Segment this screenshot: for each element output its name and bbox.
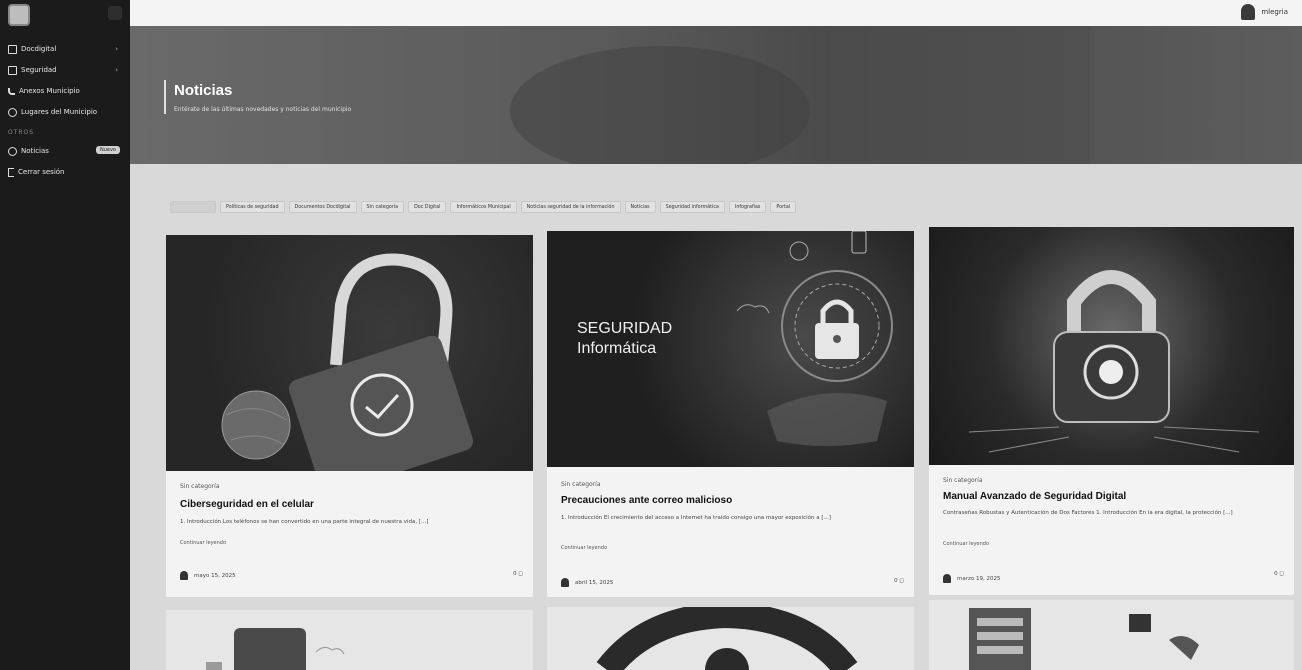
- category-chip[interactable]: Infografías: [728, 201, 767, 213]
- page-title: Noticias: [174, 82, 233, 99]
- news-card-title[interactable]: Precauciones ante correo malicioso: [561, 495, 732, 506]
- phone-icon: [234, 628, 306, 670]
- municipality-logo[interactable]: [8, 4, 30, 26]
- user-menu[interactable]: mlegria: [1241, 4, 1288, 20]
- news-card-meta: abril 15, 2025: [561, 578, 613, 587]
- news-card-excerpt: 1. Introducción El crecimiento del acces…: [561, 515, 831, 521]
- news-card-image[interactable]: [166, 610, 533, 670]
- hero-background-shape: [510, 46, 810, 164]
- category-chip[interactable]: Noticias: [624, 201, 656, 213]
- sidebar-section-label: OTROS: [8, 129, 35, 136]
- category-chip-all[interactable]: [170, 201, 216, 213]
- cloud-icon: [789, 241, 809, 261]
- refresh-illustration: [596, 607, 858, 670]
- circuit-lines: [968, 426, 1260, 453]
- sidebar-item-docdigital[interactable]: Docdigital ›: [0, 40, 130, 58]
- sidebar-item-label: Lugares del Municipio: [21, 108, 98, 116]
- news-card-image[interactable]: [547, 607, 914, 670]
- category-filter-bar: Políticas de seguridad Documentos Docdig…: [170, 201, 797, 213]
- security-illustration: SEGURIDAD Informática: [577, 231, 893, 446]
- sidebar-item-label: Docdigital: [21, 45, 57, 53]
- sidebar-item-label: Seguridad: [21, 66, 57, 74]
- cloud-icon: [736, 304, 770, 314]
- news-card-date: marzo 19, 2025: [957, 575, 1001, 582]
- category-chip[interactable]: Portal: [770, 201, 797, 213]
- document-icon: [8, 65, 17, 75]
- avatar: [1241, 4, 1256, 20]
- castle-icon: [1129, 614, 1151, 632]
- hand-shape: [767, 393, 887, 446]
- lock-small-icon: [851, 231, 867, 254]
- news-card-title[interactable]: Ciberseguridad en el celular: [180, 499, 314, 510]
- padlock-globe-illustration: [221, 253, 474, 471]
- category-chip[interactable]: Seguridad informática: [659, 201, 725, 213]
- image-text: Informática: [577, 340, 656, 357]
- info-icon: [8, 146, 17, 156]
- sidebar-collapse-button[interactable]: [108, 6, 122, 20]
- news-card-title[interactable]: Manual Avanzado de Seguridad Digital: [943, 491, 1126, 502]
- username: mlegria: [1261, 8, 1288, 16]
- logout-icon: [8, 167, 14, 177]
- sidebar-nav: Docdigital › Seguridad › Anexos Municipi…: [0, 40, 130, 184]
- keyhole-icon: [1099, 360, 1123, 384]
- author-avatar: [943, 574, 951, 583]
- news-card-image[interactable]: [929, 600, 1294, 670]
- news-card[interactable]: SEGURIDAD Informática Sin categoría Prec…: [547, 231, 914, 597]
- page-subtitle: Entérate de las últimas novedades y noti…: [174, 106, 352, 113]
- category-chip[interactable]: Documentos Docdigital: [288, 201, 357, 213]
- news-card-excerpt: 1. Introducción Los teléfonos se han con…: [180, 519, 429, 525]
- digital-padlock-illustration: [968, 270, 1260, 453]
- image-text: SEGURIDAD: [577, 320, 672, 337]
- news-card-category[interactable]: Sin categoría: [561, 481, 601, 488]
- news-card[interactable]: Sin categoría Ciberseguridad en el celul…: [166, 235, 533, 597]
- sidebar-item-label: Noticias: [21, 147, 49, 155]
- sidebar-item-logout[interactable]: Cerrar sesión: [0, 163, 130, 181]
- sidebar: Docdigital › Seguridad › Anexos Municipi…: [0, 0, 130, 670]
- sidebar-item-label: Anexos Municipio: [19, 87, 80, 95]
- news-card-image[interactable]: [929, 227, 1294, 465]
- comment-count[interactable]: 0 ◻: [1274, 571, 1284, 577]
- news-card-image[interactable]: [166, 235, 533, 471]
- chevron-right-icon: ›: [115, 45, 118, 53]
- news-card-image[interactable]: SEGURIDAD Informática: [547, 231, 914, 467]
- category-chip[interactable]: Noticias seguridad de la información: [520, 201, 621, 213]
- padlock-shackle: [1067, 270, 1156, 337]
- phone-illustration: [206, 628, 345, 670]
- news-card-excerpt: Contraseñas Robustas y Autenticación de …: [943, 510, 1233, 516]
- news-card-category[interactable]: Sin categoría: [180, 483, 220, 490]
- hero-banner: Noticias Entérate de las últimas novedad…: [130, 26, 1302, 164]
- author-avatar: [180, 571, 188, 580]
- news-card-meta: mayo 15, 2025: [180, 571, 236, 580]
- read-more-link[interactable]: Continuar leyendo: [180, 540, 226, 546]
- sidebar-item-anexos[interactable]: Anexos Municipio: [0, 82, 130, 100]
- new-badge: Nuevo: [95, 146, 120, 154]
- hero-accent-bar: [164, 80, 166, 114]
- read-more-link[interactable]: Continuar leyendo: [561, 545, 607, 551]
- read-more-link[interactable]: Continuar leyendo: [943, 541, 989, 547]
- author-avatar: [561, 578, 569, 587]
- comment-count[interactable]: 0 ◻: [894, 578, 904, 584]
- comment-count[interactable]: 0 ◻: [513, 571, 523, 577]
- news-card-meta: marzo 19, 2025: [943, 574, 1000, 583]
- category-chip[interactable]: Doc Digital: [408, 201, 447, 213]
- top-bar: mlegria: [130, 0, 1302, 26]
- news-card-category[interactable]: Sin categoría: [943, 477, 983, 484]
- sidebar-item-noticias[interactable]: Noticias Nuevo: [0, 142, 130, 160]
- news-card[interactable]: Sin categoría Manual Avanzado de Segurid…: [929, 227, 1294, 595]
- category-chip[interactable]: Políticas de seguridad: [220, 201, 285, 213]
- news-card-date: abril 15, 2025: [575, 579, 614, 586]
- sidebar-item-seguridad[interactable]: Seguridad ›: [0, 61, 130, 79]
- hero-background-shape: [830, 26, 1090, 164]
- category-chip[interactable]: Sin categoría: [360, 201, 405, 213]
- cloud-icon: [315, 646, 345, 655]
- sidebar-item-lugares[interactable]: Lugares del Municipio: [0, 103, 130, 121]
- chevron-right-icon: ›: [115, 66, 118, 74]
- location-icon: [8, 107, 17, 117]
- document-icon: [8, 44, 17, 54]
- category-chip[interactable]: Informáticos Municipal: [450, 201, 517, 213]
- sidebar-item-label: Cerrar sesión: [18, 168, 65, 176]
- server-illustration: [969, 608, 1199, 670]
- phone-icon: [8, 87, 15, 95]
- news-card-date: mayo 15, 2025: [194, 572, 236, 579]
